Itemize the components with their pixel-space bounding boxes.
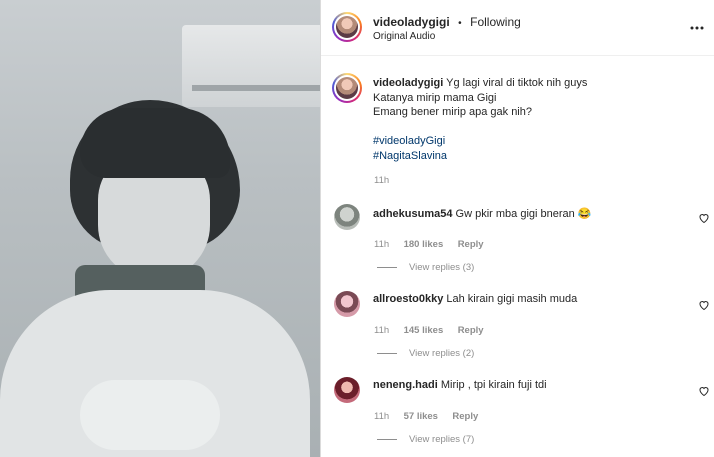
air-conditioner-image bbox=[182, 25, 320, 107]
commenter-avatar[interactable] bbox=[334, 377, 360, 403]
comment-likes[interactable]: 180 likes bbox=[404, 239, 444, 250]
post-video[interactable] bbox=[0, 0, 320, 457]
caption-time: 11h bbox=[374, 175, 390, 186]
post-author-avatar[interactable] bbox=[332, 12, 362, 42]
audio-label[interactable]: Original Audio bbox=[373, 31, 435, 42]
caption-line: Yg lagi viral di tiktok nih guys bbox=[446, 77, 588, 89]
comment-username[interactable]: neneng.hadi bbox=[373, 379, 438, 391]
person-bangs-image bbox=[80, 108, 230, 178]
view-replies-label: View replies (7) bbox=[409, 434, 475, 445]
post-header: videoladygigi • Following Original Audio bbox=[321, 0, 714, 56]
caption-author-avatar[interactable] bbox=[332, 73, 362, 103]
comment-time: 11h bbox=[374, 239, 390, 250]
caption-line: Emang bener mirip apa gak nih? bbox=[373, 106, 532, 118]
comment-time: 11h bbox=[374, 411, 390, 422]
comment-meta: 11h 180 likes Reply bbox=[374, 234, 484, 252]
more-horizontal-icon[interactable] bbox=[689, 21, 705, 35]
commenter-avatar[interactable] bbox=[334, 204, 360, 230]
comment-body: adhekusuma54 Gw pkir mba gigi bneran 😂 bbox=[373, 207, 592, 220]
heart-icon[interactable] bbox=[698, 298, 710, 311]
header-separator: • bbox=[458, 18, 462, 29]
comment-meta: 11h 57 likes Reply bbox=[374, 406, 478, 424]
comment-body: neneng.hadi Mirip , tpi kirain fuji tdi bbox=[373, 379, 547, 391]
heart-icon[interactable] bbox=[698, 384, 710, 397]
comment-likes[interactable]: 145 likes bbox=[404, 325, 444, 336]
following-button[interactable]: Following bbox=[470, 15, 521, 29]
comment-time: 11h bbox=[374, 325, 390, 336]
caption-username[interactable]: videoladygigi bbox=[373, 77, 443, 89]
post-author-username[interactable]: videoladygigi bbox=[373, 15, 450, 29]
heart-icon[interactable] bbox=[698, 211, 710, 224]
hashtag-link[interactable]: #NagitaSlavina bbox=[373, 149, 703, 164]
reply-button[interactable]: Reply bbox=[458, 325, 484, 336]
caption: videoladygigi Yg lagi viral di tiktok ni… bbox=[373, 76, 703, 163]
comment-likes[interactable]: 57 likes bbox=[404, 411, 438, 422]
comment-username[interactable]: allroesto0kky bbox=[373, 293, 443, 305]
comment-text: Mirip , tpi kirain fuji tdi bbox=[440, 379, 547, 391]
caption-line: Katanya mirip mama Gigi bbox=[373, 91, 497, 104]
view-replies-label: View replies (2) bbox=[409, 348, 475, 359]
reply-button[interactable]: Reply bbox=[452, 411, 478, 422]
comment-username[interactable]: adhekusuma54 bbox=[373, 208, 452, 220]
person-hands-image bbox=[80, 380, 220, 450]
view-replies-button[interactable]: View replies (7) bbox=[377, 434, 474, 445]
comment-text: Gw pkir mba gigi bneran bbox=[455, 208, 575, 220]
commenter-avatar[interactable] bbox=[334, 291, 360, 317]
comment-meta: 11h 145 likes Reply bbox=[374, 320, 484, 338]
post-side-panel: videoladygigi • Following Original Audio… bbox=[320, 0, 714, 457]
laughing-emoji-icon: 😂 bbox=[577, 208, 592, 220]
comment-text: Lah kirain gigi masih muda bbox=[446, 293, 578, 305]
view-replies-label: View replies (3) bbox=[409, 262, 475, 273]
reply-button[interactable]: Reply bbox=[458, 239, 484, 250]
comment-body: allroesto0kky Lah kirain gigi masih muda bbox=[373, 293, 577, 305]
view-replies-button[interactable]: View replies (3) bbox=[377, 262, 474, 273]
view-replies-button[interactable]: View replies (2) bbox=[377, 348, 474, 359]
hashtag-link[interactable]: #videoladyGigi bbox=[373, 134, 703, 149]
